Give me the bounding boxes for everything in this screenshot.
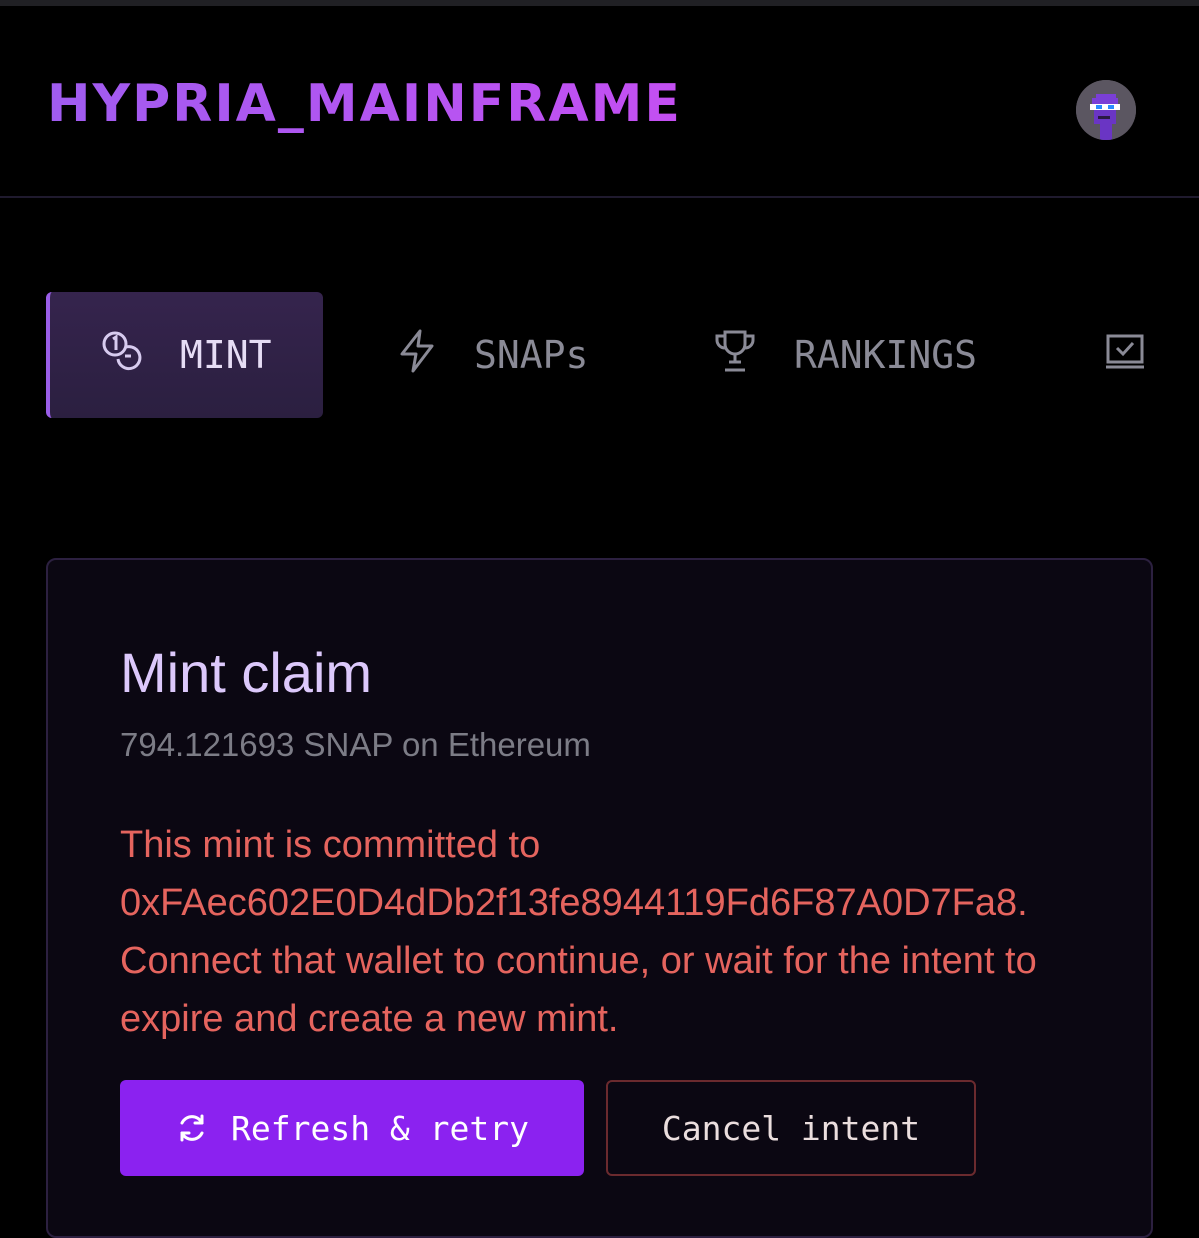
checkbox-tray-icon: [1104, 330, 1146, 381]
tab-snaps[interactable]: SNAPs: [396, 292, 588, 418]
mint-claim-card: Mint claim 794.121693 SNAP on Ethereum T…: [46, 558, 1153, 1238]
tab-label-rankings: RANKINGS: [794, 333, 978, 377]
refresh-retry-button[interactable]: Refresh & retry: [120, 1080, 584, 1176]
refresh-retry-label: Refresh & retry: [230, 1108, 529, 1148]
user-avatar[interactable]: [1076, 80, 1136, 140]
cancel-intent-button[interactable]: Cancel intent: [606, 1080, 976, 1176]
error-message: This mint is committed to 0xFAec602E0D4d…: [120, 824, 1037, 1040]
pixel-punk-avatar-icon: [1076, 80, 1136, 140]
tab-label-snaps: SNAPs: [474, 333, 589, 377]
trophy-icon: [712, 328, 758, 383]
tab-bar: MINT SNAPs RANKINGS: [0, 292, 1199, 418]
cancel-intent-label: Cancel intent: [661, 1108, 921, 1148]
coins-icon: [100, 329, 144, 382]
card-title: Mint claim: [120, 641, 373, 704]
refresh-icon: [175, 1111, 209, 1145]
card-subtitle: 794.121693 SNAP on Ethereum: [120, 726, 591, 763]
app-logo[interactable]: HYPRIA_MAINFRAME: [47, 74, 682, 134]
tab-mint[interactable]: MINT: [46, 292, 323, 418]
tab-tasks[interactable]: [1104, 292, 1146, 418]
tab-rankings[interactable]: RANKINGS: [712, 292, 977, 418]
lightning-icon: [396, 328, 438, 383]
app-header: HYPRIA_MAINFRAME: [0, 6, 1199, 198]
tab-label-mint: MINT: [180, 333, 272, 377]
